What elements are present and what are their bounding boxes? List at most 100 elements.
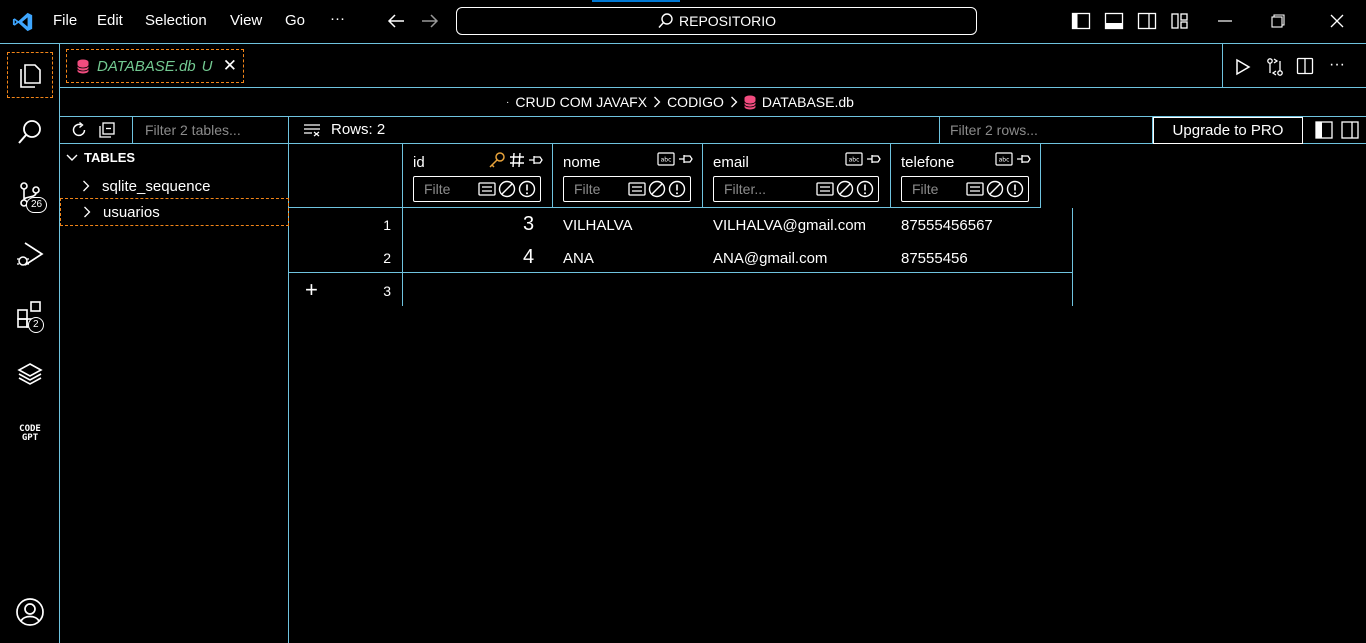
table-item-label: usuarios (103, 203, 160, 221)
toggle-primary-sidebar-icon[interactable] (1071, 12, 1091, 30)
exclamation-icon[interactable] (1006, 180, 1024, 198)
text-type-icon: abc (995, 152, 1013, 166)
breadcrumb-item-folder[interactable]: CODIGO (667, 94, 724, 110)
tab-title: DATABASE.db (97, 57, 196, 75)
exclamation-icon[interactable] (668, 180, 686, 198)
svg-text:abc: abc (849, 157, 860, 164)
column-filter-input[interactable]: Filte (413, 176, 541, 202)
forward-arrow-icon[interactable] (420, 12, 440, 30)
more-actions-icon[interactable]: ··· (1329, 56, 1345, 74)
tables-section-header[interactable]: TABLES (66, 150, 135, 165)
column-filter-input[interactable]: Filter... (713, 176, 879, 202)
column-header-email[interactable]: email abc Filter... (703, 144, 891, 208)
refresh-icon[interactable] (70, 121, 88, 139)
cell-nome[interactable]: VILHALVA (563, 217, 632, 234)
table-item-sqlite-sequence[interactable]: sqlite_sequence (60, 172, 289, 200)
vscode-logo-icon (12, 11, 34, 33)
customize-layout-icon[interactable] (1170, 12, 1190, 30)
column-header-telefone[interactable]: telefone abc Filte (891, 144, 1041, 208)
column-name: id (413, 154, 425, 171)
filter-tables-input[interactable]: Filter 2 tables... (132, 117, 289, 144)
back-arrow-icon[interactable] (386, 12, 406, 30)
source-control-badge: 26 (26, 197, 48, 213)
tab-database-db[interactable]: DATABASE.db U ✕ (66, 49, 244, 83)
codegpt-icon[interactable]: CODE GPT (12, 416, 48, 452)
clear-filter-icon[interactable] (303, 123, 321, 137)
cell-telefone[interactable]: 87555456567 (901, 217, 993, 234)
compare-changes-icon[interactable] (1265, 57, 1285, 77)
breadcrumb: · CRUD COM JAVAFX CODIGO DATABASE.db (60, 88, 1366, 116)
breadcrumb-item-project[interactable]: CRUD COM JAVAFX (515, 94, 647, 110)
cell-id[interactable]: 3 (523, 213, 534, 236)
tab-close-icon[interactable]: ✕ (223, 56, 237, 76)
column-header-nome[interactable]: nome abc Filte (553, 144, 703, 208)
sidebar-left-icon[interactable] (1315, 121, 1333, 139)
pin-icon[interactable] (528, 153, 544, 167)
close-window-icon[interactable] (1330, 14, 1344, 28)
grid-line (402, 208, 403, 306)
split-editor-icon[interactable] (1296, 57, 1314, 75)
menu-edit[interactable]: Edit (97, 12, 123, 29)
menu-go[interactable]: Go (285, 12, 305, 29)
codegpt-label-line2: GPT (21, 433, 39, 443)
filter-mode-icon[interactable] (628, 180, 646, 198)
column-name: email (713, 154, 749, 171)
menu-file[interactable]: File (53, 12, 77, 29)
grid-line (1072, 208, 1073, 306)
layout-buttons (1305, 117, 1366, 144)
toggle-secondary-sidebar-icon[interactable] (1137, 12, 1157, 30)
filter-placeholder: Filter... (724, 181, 767, 197)
filter-mode-icon[interactable] (966, 180, 984, 198)
primary-key-icon (488, 152, 506, 168)
pin-icon[interactable] (1016, 152, 1032, 166)
restore-icon[interactable] (1271, 14, 1285, 28)
rows-count-label: Rows: 2 (331, 121, 386, 138)
explorer-icon[interactable] (7, 52, 53, 98)
run-icon[interactable] (1235, 58, 1251, 76)
filter-rows-input[interactable]: Filter 2 rows... (939, 117, 1153, 144)
sidebar-right-icon[interactable] (1341, 121, 1359, 139)
svg-text:abc: abc (999, 157, 1010, 164)
cell-telefone[interactable]: 87555456 (901, 250, 968, 267)
rows-count: Rows: 2 (303, 121, 385, 138)
minimize-icon[interactable] (1218, 20, 1232, 22)
exclamation-icon[interactable] (518, 180, 536, 198)
cell-id[interactable]: 4 (523, 246, 534, 269)
null-filter-icon[interactable] (648, 180, 666, 198)
text-type-icon: abc (845, 152, 863, 166)
table-item-usuarios[interactable]: usuarios (60, 198, 289, 226)
exclamation-icon[interactable] (856, 180, 874, 198)
menu-selection[interactable]: Selection (145, 12, 207, 29)
upgrade-to-pro-button[interactable]: Upgrade to PRO (1153, 117, 1303, 144)
cell-nome[interactable]: ANA (563, 250, 594, 267)
filter-mode-icon[interactable] (478, 180, 496, 198)
sqlite-layers-icon[interactable] (12, 356, 48, 392)
menu-more[interactable]: ··· (330, 10, 345, 27)
cell-email[interactable]: ANA@gmail.com (713, 250, 827, 267)
breadcrumb-item-file[interactable]: DATABASE.db (762, 94, 854, 110)
search-view-icon[interactable] (12, 114, 48, 150)
column-filter-input[interactable]: Filte (563, 176, 691, 202)
cell-email[interactable]: VILHALVA@gmail.com (713, 217, 866, 234)
null-filter-icon[interactable] (498, 180, 516, 198)
account-icon[interactable] (12, 594, 48, 630)
run-debug-icon[interactable] (12, 236, 48, 272)
null-filter-icon[interactable] (836, 180, 854, 198)
column-header-id[interactable]: id Filte (403, 144, 553, 208)
numeric-type-icon (509, 152, 525, 168)
text-type-icon: abc (657, 152, 675, 166)
filter-placeholder: Filte (912, 181, 939, 197)
extensions-badge: 2 (28, 317, 44, 333)
filter-mode-icon[interactable] (816, 180, 834, 198)
tab-untracked-status: U (201, 57, 213, 75)
menu-view[interactable]: View (230, 12, 262, 29)
null-filter-icon[interactable] (986, 180, 1004, 198)
column-filter-input[interactable]: Filte (901, 176, 1029, 202)
collapse-all-icon[interactable] (98, 121, 116, 139)
column-name: nome (563, 154, 601, 171)
toggle-panel-icon[interactable] (1104, 12, 1124, 30)
command-center-search[interactable]: REPOSITORIO (456, 7, 977, 35)
pin-icon[interactable] (678, 152, 694, 166)
pin-icon[interactable] (866, 152, 882, 166)
add-row-icon[interactable]: + (305, 277, 318, 303)
